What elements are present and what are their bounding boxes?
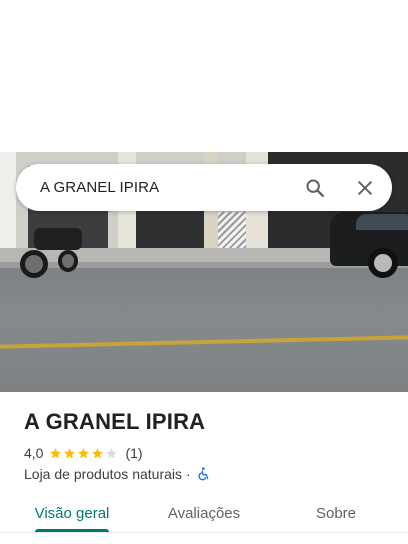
rating-row[interactable]: 4,0 (1)	[24, 443, 143, 463]
tab-bar: Visão geral Avaliações Sobre	[0, 496, 408, 544]
star-filled-icon	[92, 447, 104, 458]
search-button[interactable]	[300, 173, 330, 203]
search-icon	[306, 179, 324, 197]
tabs-divider	[0, 532, 408, 533]
review-count[interactable]: (1)	[125, 445, 142, 461]
category-row: Loja de produtos naturais ·	[24, 464, 211, 484]
close-icon	[358, 181, 372, 195]
star-empty-icon	[106, 447, 118, 458]
star-filled-icon	[50, 447, 62, 458]
star-filled-icon	[78, 447, 90, 458]
rating-value: 4,0	[24, 445, 44, 461]
photo-motorcycle	[34, 228, 82, 250]
photo-road	[0, 268, 408, 392]
place-sheet: A GRANEL IPIRA A GRANEL IPIRA 4,0 (1) Lo…	[0, 0, 408, 544]
tab-overview[interactable]: Visão geral	[24, 496, 120, 532]
separator: ·	[186, 466, 191, 482]
wheelchair-accessible-icon	[198, 467, 209, 481]
search-bar[interactable]: A GRANEL IPIRA	[16, 164, 392, 211]
place-category[interactable]: Loja de produtos naturais	[24, 466, 182, 482]
place-title: A GRANEL IPIRA	[24, 409, 206, 434]
search-query[interactable]: A GRANEL IPIRA	[40, 164, 159, 211]
star-filled-icon	[64, 447, 76, 458]
star-rating	[49, 447, 119, 460]
close-button[interactable]	[350, 173, 380, 203]
tab-about[interactable]: Sobre	[290, 496, 382, 532]
tab-reviews[interactable]: Avaliações	[156, 496, 252, 532]
